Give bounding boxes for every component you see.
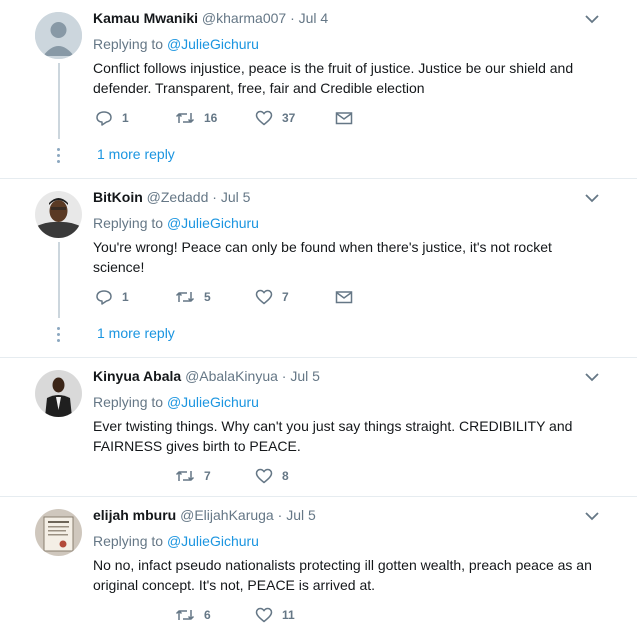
tweet-text: No no, infact pseudo nationalists protec… — [93, 557, 592, 593]
replying-to: Replying to @JulieGichuru — [93, 394, 259, 410]
user-photo-icon — [35, 509, 82, 556]
reply-user-link[interactable]: @JulieGichuru — [167, 394, 259, 410]
reply-user-link[interactable]: @JulieGichuru — [167, 36, 259, 52]
user-name[interactable]: BitKoin — [93, 189, 143, 205]
retweet-count: 6 — [204, 608, 211, 622]
retweet-button[interactable]: 6 — [175, 605, 211, 625]
tweet-2[interactable]: BitKoin @Zedadd · Jul 5 Replying to @Jul… — [0, 179, 637, 358]
user-handle[interactable]: @AbalaKinyua — [185, 368, 278, 384]
replying-to: Replying to @JulieGichuru — [93, 215, 259, 231]
tweet-header: elijah mburu @ElijahKaruga · Jul 5 — [93, 507, 316, 523]
direct-message-button[interactable] — [335, 287, 353, 307]
thread-line — [58, 242, 60, 318]
heart-icon — [255, 468, 273, 484]
user-name[interactable]: elijah mburu — [93, 507, 176, 523]
retweet-icon — [175, 292, 195, 302]
direct-message-button[interactable] — [335, 108, 353, 128]
tweet-text: Conflict follows injustice, peace is the… — [93, 60, 574, 96]
retweet-button[interactable]: 16 — [175, 108, 217, 128]
chevron-down-icon[interactable] — [584, 371, 600, 383]
avatar[interactable] — [35, 509, 82, 556]
like-count: 37 — [282, 111, 296, 125]
message-icon — [335, 112, 353, 125]
tweet-1[interactable]: Kamau Mwaniki @kharma007 · Jul 4 Replyin… — [0, 0, 637, 179]
like-button[interactable]: 11 — [255, 605, 295, 625]
user-photo-icon — [35, 191, 82, 238]
like-count: 7 — [282, 290, 289, 304]
retweet-count: 5 — [204, 290, 211, 304]
reply-user-link[interactable]: @JulieGichuru — [167, 215, 259, 231]
reply-icon — [96, 290, 112, 305]
reply-user-link[interactable]: @JulieGichuru — [167, 533, 259, 549]
thread-dots — [57, 327, 60, 345]
tweet-text: You're wrong! Peace can only be found wh… — [93, 239, 552, 275]
avatar[interactable] — [35, 12, 82, 59]
thread-line — [58, 63, 60, 139]
retweet-icon — [175, 610, 195, 620]
tweet-date[interactable]: Jul 5 — [286, 507, 316, 523]
avatar[interactable] — [35, 191, 82, 238]
tweet-actions: 1 16 37 — [93, 108, 373, 128]
reply-button[interactable]: 1 — [95, 287, 129, 307]
heart-icon — [255, 607, 273, 623]
replying-to: Replying to @JulieGichuru — [93, 533, 259, 549]
tweet-header: BitKoin @Zedadd · Jul 5 — [93, 189, 251, 205]
heart-icon — [255, 289, 273, 305]
tweet-date[interactable]: Jul 5 — [221, 189, 251, 205]
avatar[interactable] — [35, 370, 82, 417]
heart-icon — [255, 110, 273, 126]
tweet-text: Ever twisting things. Why can't you just… — [93, 418, 573, 454]
tweet-date[interactable]: Jul 4 — [299, 10, 329, 26]
tweet-date[interactable]: Jul 5 — [290, 368, 320, 384]
thread-dots — [57, 148, 60, 166]
retweet-button[interactable]: 7 — [175, 466, 211, 486]
user-photo-icon — [35, 370, 82, 417]
like-count: 11 — [282, 608, 295, 622]
like-button[interactable]: 37 — [255, 108, 295, 128]
reply-button[interactable]: 1 — [95, 108, 129, 128]
retweet-icon — [175, 471, 195, 481]
more-replies-link[interactable]: 1 more reply — [97, 146, 175, 162]
replying-to: Replying to @JulieGichuru — [93, 36, 259, 52]
default-avatar-icon — [35, 12, 82, 59]
reply-icon — [96, 111, 112, 126]
more-replies-link[interactable]: 1 more reply — [97, 325, 175, 341]
like-button[interactable]: 7 — [255, 287, 289, 307]
tweet-actions: 7 8 — [93, 466, 373, 486]
user-handle[interactable]: @ElijahKaruga — [180, 507, 274, 523]
retweet-count: 16 — [204, 111, 218, 125]
user-handle[interactable]: @Zedadd — [147, 189, 209, 205]
reply-count: 1 — [122, 111, 129, 125]
retweet-icon — [175, 113, 195, 123]
user-handle[interactable]: @kharma007 — [202, 10, 286, 26]
reply-count: 1 — [122, 290, 129, 304]
tweet-header: Kamau Mwaniki @kharma007 · Jul 4 — [93, 10, 329, 26]
tweet-actions: 1 5 7 — [93, 287, 373, 307]
retweet-button[interactable]: 5 — [175, 287, 211, 307]
message-icon — [335, 291, 353, 304]
user-name[interactable]: Kamau Mwaniki — [93, 10, 198, 26]
like-count: 8 — [282, 469, 289, 483]
retweet-count: 7 — [204, 469, 211, 483]
chevron-down-icon[interactable] — [584, 192, 600, 204]
like-button[interactable]: 8 — [255, 466, 289, 486]
user-name[interactable]: Kinyua Abala — [93, 368, 181, 384]
tweet-4[interactable]: elijah mburu @ElijahKaruga · Jul 5 Reply… — [0, 497, 637, 633]
tweet-3[interactable]: Kinyua Abala @AbalaKinyua · Jul 5 Replyi… — [0, 358, 637, 497]
tweet-actions: 6 11 — [93, 605, 373, 625]
tweet-header: Kinyua Abala @AbalaKinyua · Jul 5 — [93, 368, 320, 384]
chevron-down-icon[interactable] — [584, 13, 600, 25]
chevron-down-icon[interactable] — [584, 510, 600, 522]
